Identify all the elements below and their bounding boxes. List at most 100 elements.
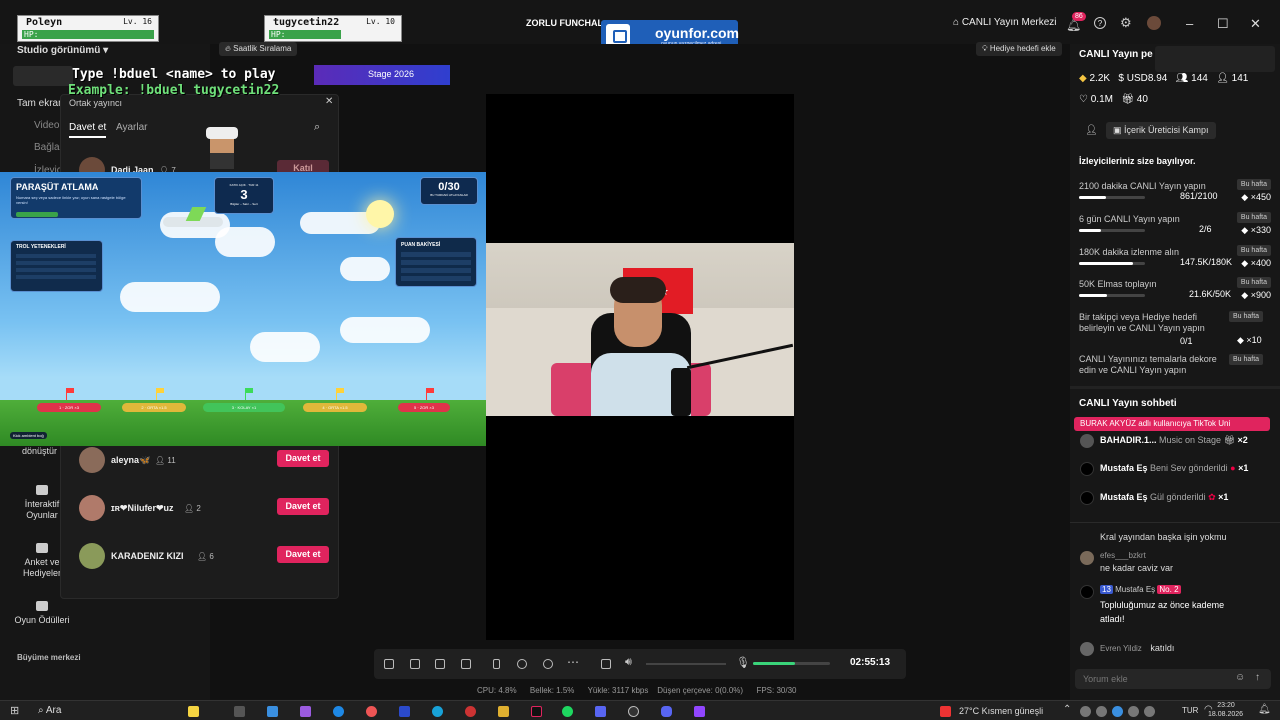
chat-message: 13 Mustafa Eş No. 2 Topluluğumuz az önce… bbox=[1080, 585, 1270, 626]
record-icon[interactable] bbox=[517, 659, 527, 669]
studio-view-dropdown[interactable]: Studio görünümü ▾ bbox=[17, 45, 108, 56]
tray-icon[interactable] bbox=[1096, 706, 1107, 717]
edge-icon[interactable] bbox=[333, 706, 344, 717]
news-icon[interactable] bbox=[940, 706, 951, 717]
game-rewards-button[interactable]: Oyun Ödülleri bbox=[12, 601, 72, 626]
taskbar: ⊞ ⌕ Ara 27°C Kısmen güneşli ⌃ TUR ◠ 23:2… bbox=[0, 700, 1280, 720]
store-icon[interactable] bbox=[267, 706, 278, 717]
mic-level-slider[interactable] bbox=[753, 662, 830, 665]
camera-icon[interactable] bbox=[435, 659, 445, 669]
taskbar-search[interactable]: ⌕ Ara bbox=[38, 705, 61, 716]
portrait-toggle[interactable] bbox=[13, 66, 73, 86]
connect-source[interactable]: Bağla bbox=[34, 142, 60, 153]
capture-icon[interactable] bbox=[543, 659, 553, 669]
invite-button[interactable]: Davet et bbox=[277, 450, 329, 467]
pinned-message[interactable]: BURAK AKYÜZ adlı kullanıcıya TikTok Uni bbox=[1074, 417, 1270, 431]
language[interactable]: TUR bbox=[1182, 706, 1198, 715]
goal-item: CANLI Yayınınızı temalarla dekore edin v… bbox=[1079, 354, 1217, 375]
windows-icon[interactable]: ⊞ bbox=[10, 704, 19, 717]
tray-icon[interactable] bbox=[1080, 706, 1091, 717]
landing-pad: 3 · KOLAY ×1 bbox=[203, 403, 285, 412]
avatar bbox=[1080, 551, 1094, 565]
sun-icon bbox=[366, 200, 394, 228]
bell-icon[interactable]: 🔔︎ bbox=[1258, 704, 1271, 715]
close-icon[interactable]: ✕ bbox=[1250, 16, 1261, 32]
volume-icon[interactable]: 🔊︎ bbox=[625, 656, 632, 669]
emoji-icon[interactable]: ☺ bbox=[1235, 672, 1245, 683]
avatar bbox=[1080, 434, 1094, 448]
live-center-link[interactable]: ⌂ CANLI Yayın Merkezi bbox=[953, 17, 1057, 28]
help-icon[interactable]: ? bbox=[1094, 17, 1106, 29]
weather[interactable]: 27°C Kısmen güneşli bbox=[959, 706, 1043, 716]
tray-icon[interactable] bbox=[1128, 706, 1139, 717]
overlay-example: Example: !bduel tugycetin22 bbox=[68, 83, 280, 98]
hourly-rank-pill[interactable]: 🔥︎ Saatlik Sıralama bbox=[219, 42, 298, 56]
video-source[interactable]: Video bbox=[34, 120, 59, 131]
game-title-panel: PARAŞÜT ATLAMA Numara seç veya sadece li… bbox=[10, 177, 142, 219]
edge-icon[interactable] bbox=[432, 706, 443, 717]
creator-camp-button[interactable]: ▣ İçerik Üreticisi Kampı bbox=[1106, 122, 1216, 139]
tab-invite[interactable]: Davet et bbox=[69, 122, 107, 138]
folder-icon[interactable] bbox=[498, 706, 509, 717]
users-icon: 👤︎ bbox=[1085, 125, 1098, 136]
chat-message: efes___bzkrt ne kadar caviz var bbox=[1080, 551, 1270, 573]
avatar[interactable] bbox=[1147, 16, 1161, 30]
maximize-icon[interactable]: ☐ bbox=[1217, 16, 1229, 32]
list-item: ɪʀ❤Nilufer❤uz 👤︎ 2 Davet et bbox=[79, 495, 329, 525]
gift-goal-button[interactable]: 💡︎ Hediye hedefi ekle bbox=[976, 42, 1062, 56]
more-icon[interactable]: ⋯ bbox=[567, 655, 579, 669]
screen-share-icon[interactable] bbox=[461, 659, 471, 669]
obs-icon[interactable] bbox=[628, 706, 639, 717]
app-icon[interactable] bbox=[366, 706, 377, 717]
transform-label: dönüştür bbox=[22, 446, 58, 456]
gift-message: BAHADIR.1... Music on Stage 🎁︎ ×2 bbox=[1080, 434, 1270, 448]
app-icon[interactable] bbox=[300, 706, 311, 717]
app-icon[interactable] bbox=[399, 706, 410, 717]
mixer-icon[interactable] bbox=[601, 659, 611, 669]
jump-counter: 0/30 BU TURDAKİ ATLAYANLAR bbox=[420, 177, 478, 205]
tray-icon[interactable] bbox=[1144, 706, 1155, 717]
stream-timer: 02:55:13 bbox=[850, 657, 891, 668]
twitch-icon[interactable] bbox=[694, 706, 705, 717]
chevron-up-icon[interactable]: ⌃ bbox=[1063, 704, 1071, 715]
comment-input[interactable]: Yorum ekle ☺ ↑ bbox=[1075, 669, 1271, 689]
app-icon[interactable] bbox=[465, 706, 476, 717]
copilot-icon[interactable] bbox=[188, 706, 199, 717]
gamepad-icon bbox=[36, 485, 48, 495]
send-icon[interactable]: ↑ bbox=[1255, 672, 1260, 683]
stream-stats: CPU: 4.8% Bellek: 1.5% Yükle: 3117 kbps … bbox=[477, 686, 797, 695]
minimize-icon[interactable]: – bbox=[1186, 16, 1193, 31]
task-view-icon[interactable] bbox=[234, 706, 245, 717]
chat-message: Kral yayından başka işin yokmu bbox=[1100, 532, 1227, 542]
spotify-icon[interactable] bbox=[562, 706, 573, 717]
volume-slider[interactable] bbox=[646, 663, 726, 665]
clock[interactable]: 23:20 18.08.2026 bbox=[1208, 701, 1243, 719]
invite-button[interactable]: Davet et bbox=[277, 546, 329, 563]
layout-icon[interactable] bbox=[410, 659, 420, 669]
avatar bbox=[79, 495, 105, 521]
close-icon[interactable]: ✕ bbox=[325, 96, 333, 107]
search-icon[interactable]: ⌕ bbox=[314, 121, 320, 134]
pixel-character bbox=[204, 127, 240, 169]
avatar bbox=[79, 543, 105, 569]
stream-thumbnail bbox=[1155, 46, 1275, 72]
effects-icon[interactable] bbox=[384, 659, 394, 669]
fans-text: İzleyicileriniz size bayılıyor. bbox=[1079, 156, 1196, 166]
tray-icon[interactable] bbox=[1112, 706, 1123, 717]
goal-item: 180K dakika izlenme alın 147.5K/180K Bu … bbox=[1079, 245, 1271, 268]
streamer bbox=[610, 277, 666, 347]
tab-settings[interactable]: Ayarlar bbox=[116, 122, 148, 133]
list-item: KARADENIZ KIZI 👤︎ 6 Davet et bbox=[79, 543, 329, 573]
app-icon[interactable] bbox=[595, 706, 606, 717]
notification-badge: 86 bbox=[1072, 12, 1086, 21]
phone-icon[interactable] bbox=[493, 659, 500, 669]
tiktok-icon[interactable] bbox=[531, 706, 542, 717]
score-panel: PUAN BAKİYESİ bbox=[395, 237, 477, 287]
round-panel: KATKI AÇIK · TUR 11 3 Bilgiler – Satır –… bbox=[214, 177, 274, 214]
player-level: Lv. 10 bbox=[366, 17, 395, 26]
invite-button[interactable]: Davet et bbox=[277, 498, 329, 515]
landing-pad: 4 · ORTA ×1.5 bbox=[303, 403, 367, 412]
microphone-icon[interactable]: 🎙︎ bbox=[736, 656, 750, 669]
gear-icon[interactable]: ⚙ bbox=[1120, 15, 1132, 31]
discord-icon[interactable] bbox=[661, 706, 672, 717]
